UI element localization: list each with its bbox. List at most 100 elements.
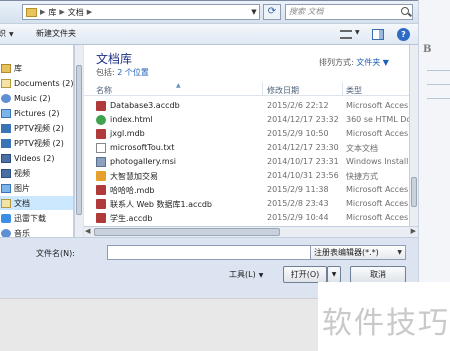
- nav-item-picture[interactable]: 图片: [0, 181, 30, 195]
- organize-button[interactable]: 组织▼: [0, 28, 14, 39]
- nav-item-pptv-1[interactable]: PPTV视频 (2): [0, 121, 64, 135]
- access-icon: [96, 213, 106, 223]
- nav-item-video[interactable]: 视频: [0, 166, 30, 180]
- nav-item-label: 图片: [14, 183, 30, 193]
- file-date: 2014/12/17 23:30: [267, 143, 339, 152]
- bold-icon: B: [423, 44, 432, 55]
- file-row[interactable]: microsoftTou.txt 2014/12/17 23:30 文本文档: [84, 141, 409, 155]
- nav-item-label: Pictures (2): [14, 108, 60, 118]
- file-row[interactable]: index.html 2014/12/17 23:32 360 se HTML …: [84, 113, 409, 127]
- document-icon: [1, 198, 11, 208]
- help-icon[interactable]: ?: [397, 28, 410, 41]
- chevron-down-icon[interactable]: ▼: [383, 58, 389, 67]
- address-bar[interactable]: ▶ 库 ▶ 文档 ▶: [22, 4, 260, 20]
- includes-label: 包括:: [96, 68, 115, 77]
- shortcut-icon: [96, 171, 106, 181]
- nav-item-label: PPTV视频 (2): [14, 138, 64, 148]
- file-type: 文本文档: [346, 144, 378, 153]
- nav-item-pptv-2[interactable]: PPTV视频 (2): [0, 136, 64, 150]
- filename-input[interactable]: ▼: [107, 245, 329, 260]
- file-name: 哈哈哈.mdb: [110, 186, 155, 195]
- file-row[interactable]: 大智慧加交易 2014/10/31 23:56 快捷方式: [84, 169, 409, 183]
- msi-icon: [96, 157, 106, 167]
- file-row[interactable]: 联系人 Web 数据库1.accdb 2015/2/8 23:43 Micros…: [84, 197, 409, 211]
- pptv-icon: [1, 138, 11, 148]
- library-title: 文档库: [96, 52, 133, 66]
- html-icon: [96, 115, 106, 125]
- file-list-vertical-scrollbar[interactable]: [409, 45, 418, 226]
- file-list-pane: 文档库 包括: 2 个位置 排列方式: 文件夹 ▼ ▲ 名称 修改日期 类型 D…: [84, 45, 409, 226]
- music-icon: [1, 93, 11, 103]
- scrollbar-thumb[interactable]: [94, 228, 280, 236]
- nav-item-pictures[interactable]: Pictures (2): [0, 106, 60, 120]
- access-icon: [96, 185, 106, 195]
- new-folder-button[interactable]: 新建文件夹: [36, 28, 76, 39]
- nav-item-label: PPTV视频 (2): [14, 123, 64, 133]
- file-name: 学生.accdb: [110, 214, 153, 223]
- chevron-down-icon: ▼: [258, 272, 264, 279]
- file-date: 2014/12/17 23:32: [267, 115, 339, 124]
- nav-item-label: 库: [14, 63, 22, 73]
- file-row[interactable]: Database3.accdb 2015/2/6 22:12 Microsoft…: [84, 99, 409, 113]
- file-name: index.html: [110, 115, 153, 124]
- scrollbar-thumb[interactable]: [411, 177, 417, 207]
- breadcrumb-chevron-icon[interactable]: ▶: [87, 8, 92, 16]
- search-icon[interactable]: [401, 7, 409, 15]
- nav-item-document-selected[interactable]: 文档: [0, 196, 73, 210]
- column-name[interactable]: 名称: [96, 85, 112, 96]
- scrollbar-thumb[interactable]: [76, 65, 82, 215]
- file-row[interactable]: 学生.accdb 2015/2/9 10:44 Microsoft Acces: [84, 211, 409, 225]
- filename-label: 文件名(N):: [36, 249, 75, 258]
- nav-item-music[interactable]: Music (2): [0, 91, 51, 105]
- search-input[interactable]: 搜索 文档: [285, 4, 413, 20]
- nav-item-library[interactable]: 库: [0, 61, 22, 75]
- navigation-pane: 库 Documents (2) Music (2) Pictures (2) P…: [0, 45, 74, 237]
- folder-icon: [26, 7, 37, 17]
- nav-item-label: 视频: [14, 168, 30, 178]
- nav-item-thunder-download[interactable]: 迅雷下载: [0, 211, 46, 225]
- open-dropdown-button[interactable]: ▼: [327, 266, 341, 283]
- includes-locations-link[interactable]: 2 个位置: [117, 68, 149, 77]
- scroll-left-icon[interactable]: ◀: [85, 227, 90, 235]
- nav-item-music-cn[interactable]: 音乐: [0, 226, 30, 237]
- nav-item-label: 迅雷下载: [14, 213, 46, 223]
- arrange-value[interactable]: 文件夹: [356, 58, 380, 67]
- file-type: Microsoft Acces: [346, 199, 409, 208]
- text-line: [427, 98, 450, 99]
- tools-menu-button[interactable]: 工具(L) ▼: [229, 269, 263, 280]
- arrange-by[interactable]: 排列方式: 文件夹 ▼: [319, 57, 389, 68]
- file-type: Microsoft Acces: [346, 101, 409, 110]
- file-row[interactable]: jxgl.mdb 2015/2/9 10:50 Microsoft Acces: [84, 127, 409, 141]
- column-date[interactable]: 修改日期: [267, 85, 299, 96]
- file-list-horizontal-scrollbar[interactable]: ◀ ▶: [84, 226, 418, 237]
- refresh-icon[interactable]: ⟳: [263, 4, 281, 20]
- address-row: ▶ 库 ▶ 文档 ▶ ▼ ⟳ 搜索 文档: [0, 1, 418, 23]
- address-dropdown-icon[interactable]: ▼: [248, 5, 260, 19]
- file-row[interactable]: 哈哈哈.mdb 2015/2/9 11:38 Microsoft Acces: [84, 183, 409, 197]
- access-icon: [96, 199, 106, 209]
- file-row[interactable]: photogallery.msi 2014/10/17 23:31 Window…: [84, 155, 409, 169]
- view-options-icon[interactable]: [340, 30, 352, 39]
- library-includes: 包括: 2 个位置: [96, 67, 149, 78]
- music-icon: [1, 228, 11, 237]
- cancel-button[interactable]: 取消: [350, 266, 406, 283]
- scroll-right-icon[interactable]: ▶: [411, 227, 416, 235]
- nav-item-label: 音乐: [14, 228, 30, 238]
- nav-item-videos[interactable]: Videos (2): [0, 151, 54, 165]
- column-divider[interactable]: [262, 82, 263, 96]
- chevron-down-icon[interactable]: ▼: [397, 246, 402, 259]
- file-name: 联系人 Web 数据库1.accdb: [110, 200, 213, 209]
- breadcrumb-library[interactable]: 库: [45, 7, 59, 18]
- preview-pane-icon[interactable]: [372, 29, 384, 40]
- file-type: Microsoft Acces: [346, 129, 409, 138]
- column-type[interactable]: 类型: [346, 85, 362, 96]
- open-button[interactable]: 打开(O): [283, 266, 327, 283]
- column-divider[interactable]: [342, 82, 343, 96]
- breadcrumb-documents[interactable]: 文档: [65, 7, 87, 18]
- chevron-down-icon[interactable]: ▼: [355, 29, 360, 36]
- file-type-filter[interactable]: 注册表编辑器(*.*) ▼: [310, 245, 406, 260]
- nav-item-documents[interactable]: Documents (2): [0, 76, 73, 90]
- nav-scrollbar[interactable]: [74, 45, 83, 237]
- watermark-text: 软件技巧: [322, 306, 450, 341]
- documents-icon: [1, 78, 11, 88]
